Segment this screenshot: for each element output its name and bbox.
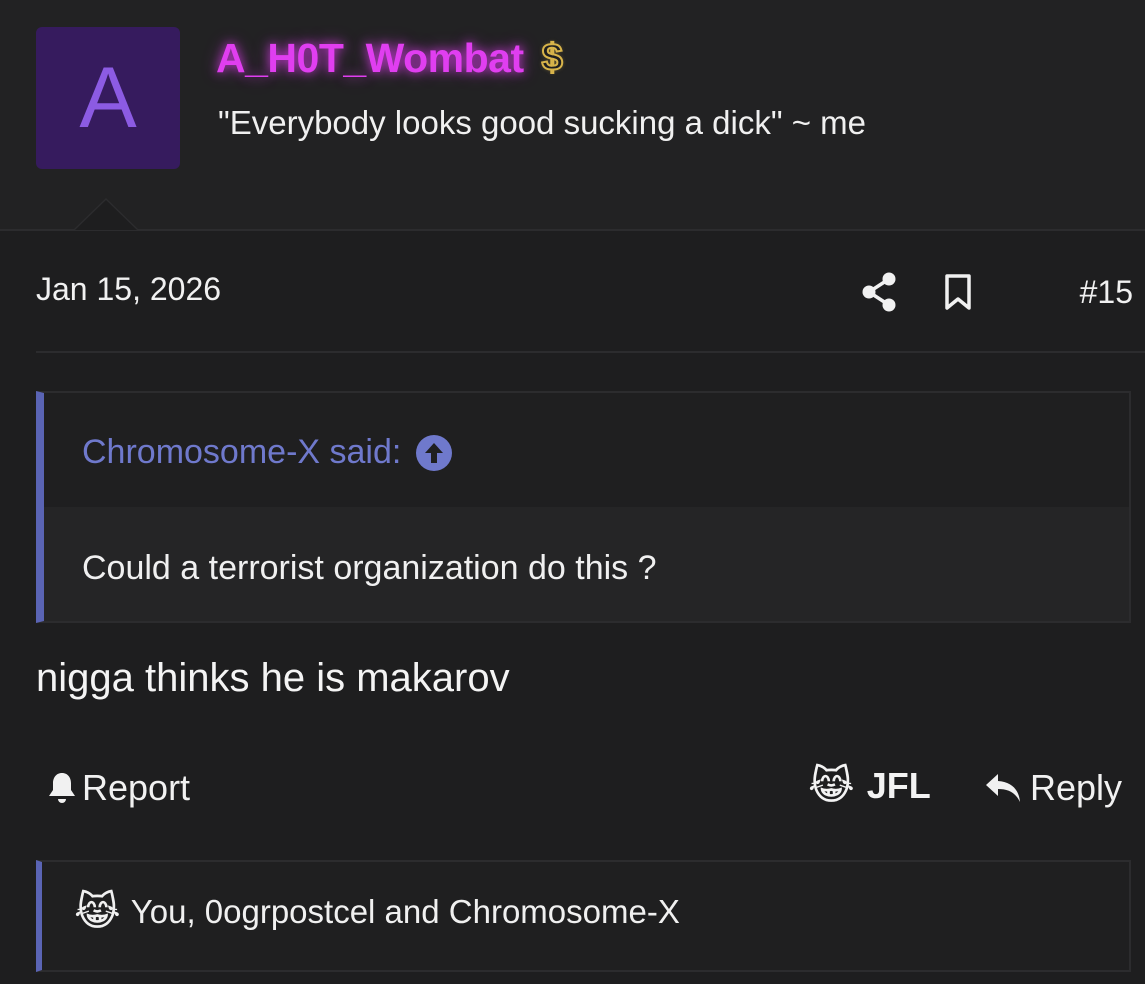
reply-button[interactable]: Reply	[984, 765, 1122, 811]
jfl-reaction-button[interactable]: 😹 JFL	[808, 762, 931, 810]
tears-of-joy-icon: 😹	[808, 764, 855, 808]
report-label: Report	[82, 767, 191, 808]
quote-text: Could a terrorist organization do this ?	[82, 549, 657, 587]
post-date[interactable]: Jan 15, 2026	[36, 271, 221, 308]
user-header: A A_H0T_Wombat $ "Everybody looks good s…	[0, 0, 1145, 231]
bell-icon	[49, 773, 75, 803]
bookmark-icon[interactable]	[944, 274, 972, 310]
reply-label: Reply	[1030, 767, 1123, 808]
report-button[interactable]: Report	[46, 765, 190, 811]
jfl-label: JFL	[866, 765, 931, 806]
quote-block: Chromosome-X said: Could a terrorist org…	[36, 391, 1131, 623]
avatar-caret	[73, 198, 139, 230]
reply-icon	[986, 774, 1020, 802]
post-actions: #15	[862, 266, 1133, 318]
username-row: A_H0T_Wombat $	[216, 30, 564, 86]
avatar-letter: A	[79, 50, 137, 146]
avatar[interactable]: A	[36, 27, 180, 169]
reactions-summary: 😹 You, 0ogrpostcel and Chromosome-X	[74, 892, 680, 932]
reactions-bar[interactable]: 😹 You, 0ogrpostcel and Chromosome-X	[36, 860, 1131, 972]
quote-author-link[interactable]: Chromosome-X said:	[82, 433, 453, 472]
post-number[interactable]: #15	[1080, 274, 1133, 311]
forum-post: A A_H0T_Wombat $ "Everybody looks good s…	[0, 0, 1145, 984]
quote-header: Chromosome-X said:	[44, 393, 1129, 507]
share-icon[interactable]	[862, 272, 896, 312]
user-title: "Everybody looks good sucking a dick" ~ …	[218, 104, 867, 141]
meta-divider	[36, 351, 1145, 353]
tears-of-joy-icon: 😹	[74, 890, 121, 934]
arrow-up-circle-icon[interactable]	[415, 434, 453, 472]
dollar-icon: $	[541, 36, 564, 80]
reactions-text[interactable]: You, 0ogrpostcel and Chromosome-X	[131, 893, 680, 931]
quote-author-label: Chromosome-X said:	[82, 433, 402, 471]
username[interactable]: A_H0T_Wombat	[216, 35, 524, 82]
post-body: nigga thinks he is makarov	[36, 656, 510, 700]
quote-body: Could a terrorist organization do this ?	[44, 507, 1129, 621]
